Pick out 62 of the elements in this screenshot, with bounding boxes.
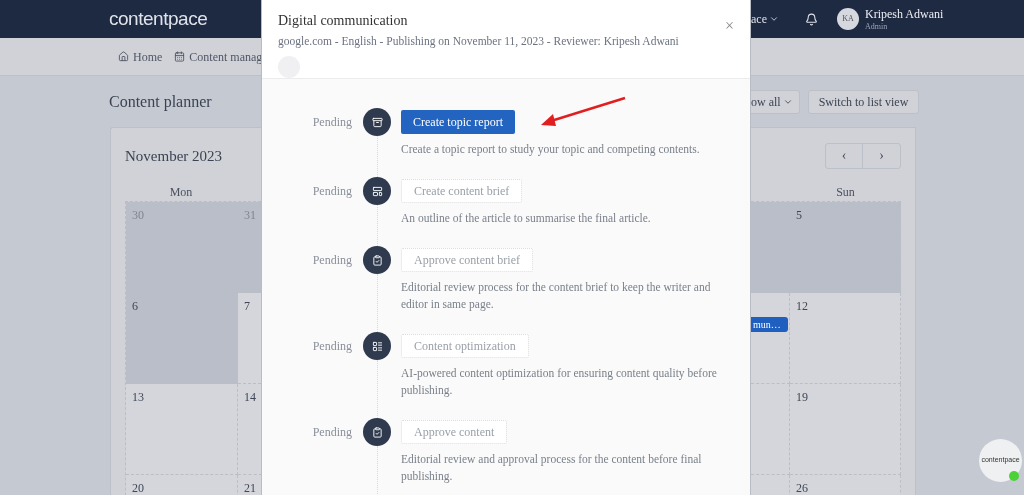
- nav-link[interactable]: Content manag: [174, 47, 263, 66]
- month-title: November 2023: [125, 147, 223, 167]
- calendar-cell[interactable]: 20: [126, 475, 238, 495]
- nav-link[interactable]: Home: [118, 47, 163, 66]
- step-description: Editorial review and approval process for the content before final publishing.: [401, 452, 703, 485]
- logo[interactable]: contentpace: [109, 4, 208, 34]
- calendar-cell[interactable]: [751, 202, 790, 293]
- list-view-button[interactable]: Switch to list view: [807, 89, 920, 114]
- user-avatar[interactable]: KA: [837, 8, 859, 30]
- step-description: AI-powered content optimization for ensuring content quality before publishing.: [401, 366, 718, 399]
- calendar-cell[interactable]: 14: [238, 384, 261, 475]
- user-name: Kripesh Adwani: [865, 6, 944, 22]
- event-chip[interactable]: mun…: [751, 317, 788, 332]
- clipboard-check-icon: [371, 254, 383, 266]
- weekday-header: Mon: [169, 184, 193, 201]
- day-number: 19: [796, 390, 808, 404]
- calendar-cell[interactable]: 21: [238, 475, 261, 495]
- previous-month-button[interactable]: ‹: [826, 143, 863, 168]
- calendar-cell[interactable]: 6: [126, 293, 238, 384]
- archive-icon: [371, 116, 383, 128]
- weekday-header: Sun: [836, 184, 855, 201]
- day-number: 14: [244, 390, 256, 404]
- next-month-button[interactable]: ›: [863, 143, 900, 168]
- filter-dropdown[interactable]: ow all: [751, 89, 800, 114]
- calendar-cell[interactable]: 7: [238, 293, 261, 384]
- day-number: 13: [132, 390, 144, 404]
- step-status: Pending: [312, 252, 352, 270]
- page-title: Content planner: [109, 91, 212, 113]
- calendar-cell[interactable]: 5: [790, 202, 901, 293]
- calendar-icon: [174, 51, 186, 62]
- close-button[interactable]: ×: [724, 14, 734, 38]
- calendar-cell[interactable]: 26: [790, 475, 901, 495]
- home-icon: [118, 51, 129, 62]
- clipboard-check-icon: [371, 426, 383, 438]
- step-status: Pending: [312, 338, 352, 356]
- step-status: Pending: [312, 183, 352, 201]
- day-number: 6: [132, 299, 138, 313]
- day-number: 5: [796, 208, 802, 222]
- modal-subtitle: google.com - English - Publishing on November 11, 2023 - Reviewer: Kripesh Adwani: [278, 34, 679, 50]
- calendar-cell[interactable]: 13: [126, 384, 238, 475]
- bell-icon[interactable]: [805, 12, 818, 26]
- modal-title: Digital communication: [278, 12, 409, 30]
- layout-icon: [371, 185, 383, 197]
- step-status: Pending: [312, 114, 352, 132]
- list-icon: [371, 340, 383, 352]
- calendar-cell[interactable]: [751, 384, 790, 475]
- day-number: 26: [796, 481, 808, 495]
- step-description: Create a topic report to study your topic and competing contents.: [401, 142, 701, 158]
- step-description: Editorial review process for the content brief to keep the writer and editor in same page.: [401, 280, 712, 313]
- day-number: 20: [132, 481, 144, 495]
- day-number: 12: [796, 299, 808, 313]
- workspace-selector[interactable]: ace: [751, 10, 779, 28]
- day-number: 7: [244, 299, 250, 313]
- step-status: Pending: [312, 424, 352, 442]
- calendar-cell[interactable]: 19: [790, 384, 901, 475]
- step-action-button[interactable]: Create topic report: [401, 110, 515, 135]
- caret-icon: [769, 14, 779, 24]
- calendar-cell[interactable]: mun…: [751, 293, 790, 384]
- step-description: An outline of the article to summarise the final article.: [401, 211, 652, 227]
- calendar-cell[interactable]: 12: [790, 293, 901, 384]
- user-role: Admin: [865, 21, 889, 32]
- day-number: 21: [244, 481, 256, 495]
